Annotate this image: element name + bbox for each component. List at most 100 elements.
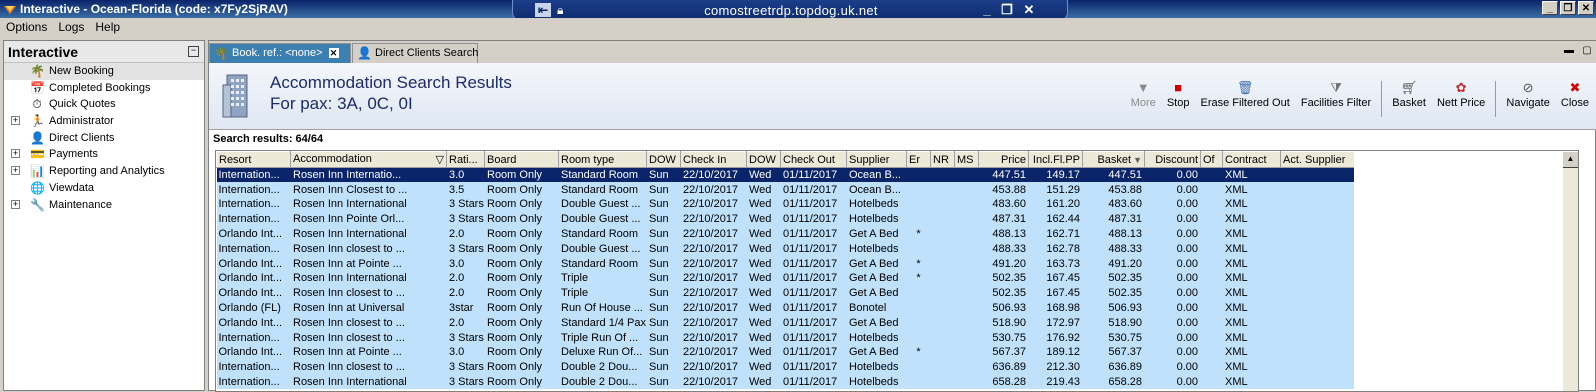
table-row[interactable]: Orlando Int... Rosen Inn International 2.0… (216, 226, 1355, 242)
table-cell: Wed (746, 241, 781, 257)
erase-filtered-out-button[interactable]: 🗑︎ Erase Filtered Out (1197, 79, 1294, 109)
table-cell: Wed (746, 300, 781, 316)
column-header[interactable]: MS (954, 151, 979, 168)
table-row[interactable]: Internation... Rosen Inn International 3 S… (216, 197, 1355, 212)
rdp-close-icon[interactable]: ✕ (1021, 2, 1037, 18)
column-header[interactable]: Check In (680, 151, 747, 168)
menu-help[interactable]: Help (89, 18, 125, 34)
sidebar-item-payments[interactable]: + 💳 Payments (4, 146, 204, 163)
menu-options[interactable]: Options (0, 18, 52, 34)
column-header[interactable]: Check Out (780, 151, 847, 168)
close-window-icon[interactable]: ✕ (1578, 1, 1594, 15)
column-header[interactable]: DOW (646, 151, 681, 168)
column-header[interactable]: NR (930, 151, 955, 168)
expand-icon[interactable]: + (11, 166, 20, 176)
more-button[interactable]: ▼ More (1127, 79, 1160, 109)
sidebar-item-direct-clients[interactable]: 👤 Direct Clients (4, 130, 204, 147)
column-header-label: MS (957, 153, 974, 166)
vertical-scrollbar[interactable]: ▲ (1561, 151, 1578, 391)
table-cell: 22/10/2017 (680, 345, 747, 360)
table-row[interactable]: Internation... Rosen Inn International 3 S… (216, 374, 1355, 390)
table-cell: Wed (746, 359, 781, 375)
sidebar-item-completed-bookings[interactable]: 📅 Completed Bookings (4, 80, 204, 97)
column-header[interactable]: Basket ▼ (1082, 151, 1145, 168)
table-cell: 488.33 (1082, 241, 1145, 257)
tab-direct-clients-search[interactable]: 👤 Direct Clients Search (352, 43, 478, 63)
table-row[interactable]: Orlando Int... Rosen Inn closest to ... 2.… (216, 315, 1355, 331)
filter-icon[interactable]: ▽ (436, 153, 444, 166)
table-cell (1280, 330, 1355, 346)
expand-icon[interactable]: + (11, 116, 20, 126)
table-row[interactable]: Internation... Rosen Inn Pointe Orl... 3 S… (216, 211, 1355, 227)
table-cell: Hotelbeds (846, 374, 907, 390)
collapse-icon[interactable]: − (188, 46, 199, 57)
table-row[interactable]: Internation... Rosen Inn closest to ... 3 … (216, 359, 1355, 375)
column-header[interactable]: Rati... (446, 151, 485, 168)
column-header[interactable]: DOW (746, 151, 781, 168)
table-cell: 502.35 (978, 271, 1029, 286)
table-row[interactable]: Internation... Rosen Inn Closest to ... 3.… (216, 182, 1355, 198)
sidebar-item-quick-quotes[interactable]: ⏱ Quick Quotes (4, 96, 204, 113)
table-cell: 3 Stars (446, 359, 485, 375)
facilities-filter-button[interactable]: ⧩ Facilities Filter (1297, 79, 1375, 109)
table-row[interactable]: Orlando Int... Rosen Inn at Pointe ... 3.0… (216, 345, 1355, 360)
column-header[interactable]: Incl.Fl.PP (1028, 151, 1083, 168)
rdp-minimize-icon[interactable]: _ (979, 2, 995, 18)
results-header: Accommodation Search Results For pax: 3A… (209, 63, 1596, 130)
column-header-label: DOW (649, 153, 676, 166)
sidebar-item-maintenance[interactable]: + 🔧 Maintenance (4, 197, 204, 214)
table-cell: Rosen Inn closest to ... (290, 241, 447, 257)
scroll-up-icon[interactable]: ▲ (1562, 151, 1578, 168)
nett-price-button[interactable]: ✿ Nett Price (1433, 79, 1489, 109)
table-cell: 447.51 (978, 167, 1029, 183)
sidebar-item-reporting-and-analytics[interactable]: + 📊 Reporting and Analytics (4, 163, 204, 180)
rdp-restore-icon[interactable]: ❐ (999, 2, 1015, 18)
table-cell: Hotelbeds (846, 197, 907, 212)
table-cell: Sun (646, 374, 681, 390)
table-cell: 3.0 (446, 256, 485, 272)
column-header[interactable]: Discount (1144, 151, 1201, 168)
table-row[interactable]: Orlando (FL) Rosen Inn at Universal 3star R… (216, 300, 1355, 316)
restore-icon[interactable]: ❐ (1560, 1, 1576, 15)
basket-button[interactable]: 🛒︎ Basket (1388, 79, 1430, 109)
table-cell (1200, 256, 1223, 272)
navigate-label: Navigate (1506, 97, 1550, 109)
tab-close-icon[interactable]: ✕ (328, 48, 339, 58)
table-row[interactable]: Orlando Int... Rosen Inn closest to ... 2.… (216, 285, 1355, 301)
navigate-button[interactable]: ⊘ Navigate (1502, 79, 1553, 109)
table-cell: 0.00 (1144, 241, 1201, 257)
column-header[interactable]: Room type (558, 151, 647, 168)
column-header[interactable]: Contract (1222, 151, 1281, 168)
sidebar-item-administrator[interactable]: + 🏃 Administrator (4, 113, 204, 130)
column-header[interactable]: Board (484, 151, 559, 168)
sidebar-item-viewdata[interactable]: 🌐 Viewdata (4, 180, 204, 197)
table-cell: * (906, 226, 931, 242)
column-header[interactable]: Price (978, 151, 1029, 168)
column-header[interactable]: Accommodation ▽ (290, 151, 447, 168)
minimize-panel-icon[interactable]: ▬ (1563, 46, 1575, 58)
close-button[interactable]: ✖ Close (1557, 79, 1593, 109)
maximize-panel-icon[interactable]: ▢ (1581, 46, 1593, 58)
sidebar-item-new-booking[interactable]: 🌴 New Booking (4, 63, 204, 80)
table-cell: 0.00 (1144, 211, 1201, 227)
table-cell (1200, 374, 1223, 390)
tab-booking[interactable]: 🌴 Book. ref.: <none> ✕ (209, 43, 351, 63)
table-row[interactable]: Orlando Int... Rosen Inn at Pointe ... 3.0… (216, 256, 1355, 272)
table-cell: 567.37 (1082, 345, 1145, 360)
expand-icon[interactable]: + (11, 199, 20, 209)
column-header[interactable]: Resort (216, 151, 291, 168)
column-header[interactable]: Of (1200, 151, 1223, 168)
column-header[interactable]: Er (906, 151, 931, 168)
column-header[interactable]: Act. Supplier (1280, 151, 1355, 168)
stop-button[interactable]: ■ Stop (1163, 79, 1194, 109)
minimize-icon[interactable]: _ (1542, 1, 1558, 15)
table-row[interactable]: Internation... Rosen Inn Internatio... 3.0… (216, 167, 1355, 183)
table-row[interactable]: Internation... Rosen Inn closest to ... 3 … (216, 241, 1355, 257)
table-row[interactable]: Orlando Int... Rosen Inn International 2.0… (216, 271, 1355, 286)
table-row[interactable]: Internation... Rosen Inn closest to ... 3 … (216, 330, 1355, 346)
column-header-label: Price (1000, 153, 1026, 166)
column-header[interactable]: Supplier (846, 151, 907, 168)
expand-icon[interactable]: + (11, 149, 20, 159)
table-cell (1200, 330, 1223, 346)
menu-logs[interactable]: Logs (52, 18, 89, 34)
